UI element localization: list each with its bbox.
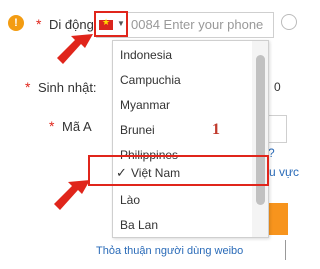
step-number-label: 1 [212,121,220,138]
country-dropdown[interactable]: Indonesia Campuchia Myanmar Brunei Phili… [112,40,269,238]
dropdown-item[interactable]: Campuchia [113,68,243,92]
scrollbar-track[interactable] [252,41,268,237]
submit-button-fragment[interactable] [268,203,288,235]
divider [285,240,286,260]
vietnam-flag-icon [99,17,113,30]
code-input-fragment[interactable] [268,115,287,143]
question-fragment: ? [268,146,275,160]
dropdown-item[interactable]: Myanmar [113,93,243,117]
region-link-fragment[interactable]: u vực [269,165,299,179]
warning-icon: ! [8,15,24,31]
mobile-label: Di động: [49,17,98,32]
required-asterisk: * [25,79,31,95]
red-arrow-icon [57,34,93,64]
phone-placeholder: Enter your phone [163,17,264,32]
code-label: Mã A [62,119,92,134]
birthday-label: Sinh nhật: [38,80,97,95]
selection-highlight-box [88,155,269,186]
dropdown-item[interactable]: Lào [113,188,243,212]
dropdown-item[interactable]: Indonesia [113,43,243,67]
country-code-selector[interactable]: ▼ [94,11,128,37]
dropdown-item[interactable]: Brunei [113,118,243,142]
red-arrow-icon [54,180,90,210]
dropdown-item[interactable]: Ba Lan [113,213,243,237]
birthday-value-fragment: 0 [274,80,281,94]
help-icon[interactable] [281,14,297,30]
phone-code: 0084 [131,17,160,32]
required-asterisk: * [49,118,55,134]
required-asterisk: * [36,16,42,32]
phone-input[interactable]: 0084 Enter your phone [131,17,263,32]
chevron-down-icon: ▼ [117,19,125,28]
terms-link[interactable]: Thỏa thuận người dùng weibo [96,245,243,257]
